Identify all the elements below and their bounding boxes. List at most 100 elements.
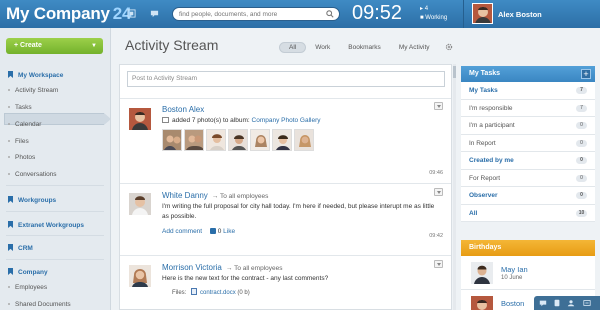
count-badge: 7 (576, 104, 587, 112)
tab-all[interactable]: All (279, 42, 307, 53)
recipient[interactable]: → To all employees (226, 265, 283, 272)
like-button[interactable]: 0 Like (209, 228, 235, 235)
user-name[interactable]: Alex Boston (498, 10, 542, 19)
entry-text: Here is the new text for the contract - … (162, 275, 329, 282)
sidebar-item-activity[interactable]: Activity Stream (8, 87, 58, 94)
add-task-button[interactable]: + (581, 69, 591, 79)
count-badge: 0 (576, 157, 587, 164)
avatar[interactable] (129, 265, 151, 287)
sidebar-item-calendar[interactable]: Calendar (8, 121, 41, 128)
count-badge: 10 (576, 209, 587, 217)
sidebar-item-employees[interactable]: Employees (8, 284, 47, 291)
recipient[interactable]: → To all employees (212, 193, 269, 200)
photo-thumbnail[interactable] (184, 129, 204, 151)
sidebar-item-files[interactable]: Files (8, 138, 29, 145)
avatar[interactable] (471, 296, 493, 310)
avatar[interactable] (129, 108, 151, 130)
album-link[interactable]: Company Photo Gallery (252, 117, 321, 124)
sidebar-section-workgroups[interactable]: Workgroups (8, 196, 56, 204)
author-name[interactable]: White Danny → To all employees (162, 191, 268, 200)
task-filter-label: Created by me (469, 157, 514, 164)
sidebar-item-shared-documents[interactable]: Shared Documents (8, 301, 71, 308)
sidebar-section-crm[interactable]: CRM (8, 244, 33, 252)
clock-info[interactable]: ▸ 4 ■ Working (420, 5, 447, 23)
user-avatar[interactable] (472, 3, 493, 24)
task-filter-item[interactable]: I'm responsible 7 (461, 99, 595, 117)
entry-menu-button[interactable] (434, 260, 443, 268)
file-link[interactable]: contract.docx (200, 290, 236, 296)
task-filter-item[interactable]: I'm a participant 0 (461, 117, 595, 135)
tab-bookmarks[interactable]: Bookmarks (339, 42, 390, 53)
task-filter-item[interactable]: My Tasks 7 (461, 82, 595, 100)
birthday-card[interactable]: May Ian 10 June (461, 256, 595, 290)
count-badge: 0 (576, 139, 587, 147)
author-name[interactable]: Morrison Victoria → To all employees (162, 263, 283, 272)
create-label: Create (20, 42, 42, 49)
create-button[interactable]: + Create ▼ (6, 38, 103, 54)
entry-menu-button[interactable] (434, 102, 443, 110)
tasks-panel: My Tasks + My Tasks 7 I'm responsible 7 I'm … (461, 66, 595, 222)
stream-entry: Boston Alex added 7 photo(s) to album: C… (120, 98, 451, 183)
avatar[interactable] (471, 262, 493, 284)
notification-icon[interactable] (127, 9, 136, 18)
photo-thumbnail[interactable] (228, 129, 248, 151)
tasks-panel-title[interactable]: My Tasks (461, 66, 595, 82)
tab-my-activity[interactable]: My Activity (390, 42, 439, 53)
divider (6, 211, 104, 212)
task-list: My Tasks 7 I'm responsible 7 I'm a participa… (461, 82, 595, 222)
company-logo[interactable]: My Company 24 (6, 4, 132, 24)
photo-thumbnail[interactable] (294, 129, 314, 151)
entry-action: added 7 photo(s) to album: Company Photo… (162, 116, 437, 126)
task-filter-label: Observer (469, 192, 498, 199)
task-filter-label: My Tasks (469, 87, 498, 94)
birthday-name[interactable]: Boston (501, 299, 524, 308)
messages-icon[interactable] (150, 9, 159, 18)
sidebar-section-extranet[interactable]: Extranet Workgroups (8, 221, 84, 229)
add-comment-link[interactable]: Add comment (162, 228, 202, 235)
gear-icon[interactable] (445, 43, 453, 51)
top-bar: My Company24 09:52 ▸ 4 ■ Working Alex Bo… (0, 0, 600, 28)
tab-work[interactable]: Work (306, 42, 339, 53)
task-filter-item[interactable]: Created by me 0 (461, 152, 595, 170)
divider (6, 185, 104, 186)
status-dot-icon: ■ (420, 15, 424, 21)
search-input[interactable] (172, 7, 340, 21)
photo-thumbnails (162, 129, 342, 153)
photo-thumbnail[interactable] (272, 129, 292, 151)
photo-thumbnail[interactable] (250, 129, 270, 151)
avatar[interactable] (129, 193, 151, 215)
phone-icon[interactable] (553, 299, 561, 307)
birthday-name[interactable]: May Ian (501, 265, 528, 274)
task-filter-item[interactable]: All 10 (461, 204, 595, 222)
sidebar-section-workspace[interactable]: My Workspace (8, 71, 63, 79)
chat-icon[interactable] (539, 299, 547, 307)
sidebar-item-conversations[interactable]: Conversations (8, 171, 57, 178)
task-filter-label: I'm responsible (469, 104, 513, 112)
photo-thumbnail[interactable] (162, 129, 182, 151)
sidebar-item-tasks[interactable]: Tasks (8, 104, 32, 111)
page-title: Activity Stream (125, 37, 219, 53)
author-name[interactable]: Boston Alex (162, 105, 204, 114)
contacts-icon[interactable] (567, 299, 575, 307)
settings-icon[interactable] (583, 299, 591, 307)
entry-timestamp: 09:42 (429, 233, 443, 239)
task-filter-item[interactable]: Observer 0 (461, 187, 595, 205)
bookmark-icon (8, 268, 13, 275)
search-icon[interactable] (326, 10, 334, 18)
entry-menu-button[interactable] (434, 188, 443, 196)
count-badge: 0 (576, 122, 587, 129)
attached-files: Files: contract.docx (0 b) (172, 288, 250, 296)
post-input[interactable]: Post to Activity Stream (127, 71, 445, 87)
entry-text: I'm writing the full proposal for city h… (162, 203, 435, 220)
sidebar-section-company[interactable]: Company (8, 268, 48, 276)
bookmark-icon (8, 221, 13, 228)
task-filter-item[interactable]: For Report 0 (461, 169, 595, 187)
scrollbar[interactable] (452, 64, 457, 310)
sidebar-item-photos[interactable]: Photos (8, 154, 35, 161)
clock[interactable]: 09:52 (352, 2, 402, 25)
stream-entry: White Danny → To all employees I'm writin… (120, 183, 451, 255)
task-filter-label: In Report (469, 139, 496, 147)
work-status: Working (425, 15, 448, 21)
photo-thumbnail[interactable] (206, 129, 226, 151)
task-filter-item[interactable]: In Report 0 (461, 134, 595, 152)
